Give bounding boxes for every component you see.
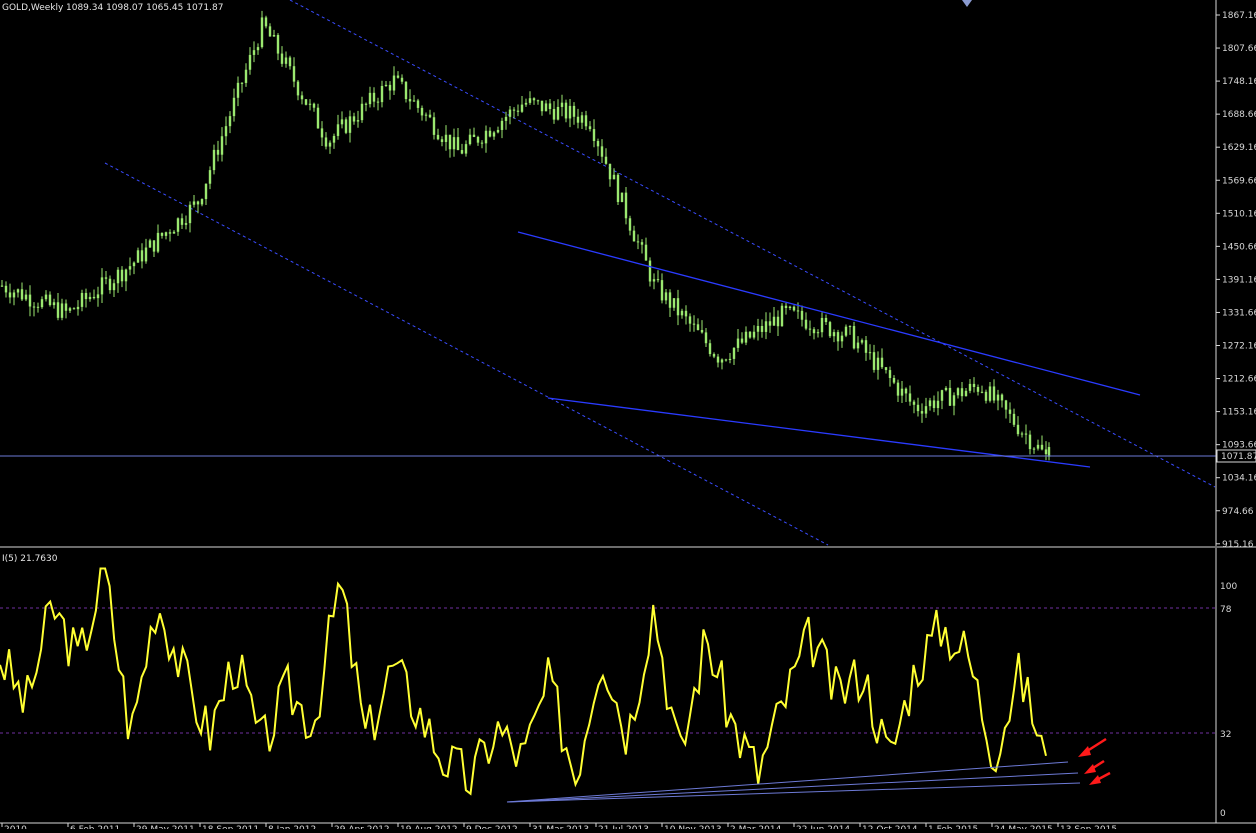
indicator-title: I(5) 21.7630 [2,554,58,564]
price-level-label: 1034.16 [1222,474,1256,484]
price-candle [780,303,784,327]
time-label: 22 Jun 2014 [796,825,850,829]
time-label: 6 Feb 2011 [70,825,120,829]
time-label: 12 Oct 2014 [862,825,918,829]
price-level-label: 1331.66 [1222,308,1256,318]
chart-symbol: GOLD,Weekly [2,3,64,13]
time-label: 2 Mar 2014 [730,825,782,829]
indicator-level-label: 78 [1220,605,1232,615]
price-candle [620,192,624,203]
price-level-label: 1748.16 [1222,77,1256,87]
time-label: 31 Mar 2013 [532,825,589,829]
chart-ohlc: 1089.34 1098.07 1065.45 1071.87 [66,3,223,13]
time-label: 29 May 2011 [136,825,195,829]
time-label: 10 Nov 2013 [664,825,722,829]
time-label: 18 Sep 2011 [202,825,259,829]
chart-background [0,0,1256,829]
price-level-label: 1569.66 [1222,176,1256,186]
price-level-label: 1867.16 [1222,11,1256,21]
time-label: 8 Jan 2012 [268,825,316,829]
price-level-label: 1391.16 [1222,275,1256,285]
price-candle [828,320,832,339]
indicator-level-label: 100 [1220,582,1237,592]
price-level-label: 1212.66 [1222,375,1256,385]
price-level-label: 1688.66 [1222,110,1256,120]
chart-canvas[interactable]: GOLD,Weekly 1089.34 1098.07 1065.45 1071… [0,0,1256,833]
price-level-label: 1510.16 [1222,209,1256,219]
time-label: 9 Dec 2012 [466,825,518,829]
time-label: 1 Feb 2015 [928,825,978,829]
price-level-label: 1450.66 [1222,242,1256,252]
indicator-level-label: 0 [1220,809,1226,819]
chart-window: GOLD,Weekly 1089.34 1098.07 1065.45 1071… [0,0,1256,833]
price-level-label: 915.16 [1222,540,1254,550]
price-level-label: 974.66 [1222,507,1254,517]
price-candle [304,98,308,106]
price-candle [344,117,348,135]
price-level-label: 1807.66 [1222,44,1256,54]
indicator-level-label: 32 [1220,730,1231,740]
time-label: 24 May 2015 [994,825,1053,829]
time-label: 29 Apr 2012 [334,825,390,829]
time-label: 21 Jul 2013 [598,825,649,829]
price-level-label: 1093.66 [1222,441,1256,451]
price-level-label: 1272.16 [1222,342,1256,352]
current-price-label: 1071.87 [1221,452,1256,462]
price-level-label: 1153.16 [1222,408,1256,418]
time-label: 2010 [4,825,27,829]
time-label: 13 Sep 2015 [1060,825,1117,829]
price-candle [616,172,620,205]
time-label: 19 Aug 2012 [400,825,458,829]
price-level-label: 1629.16 [1222,143,1256,153]
